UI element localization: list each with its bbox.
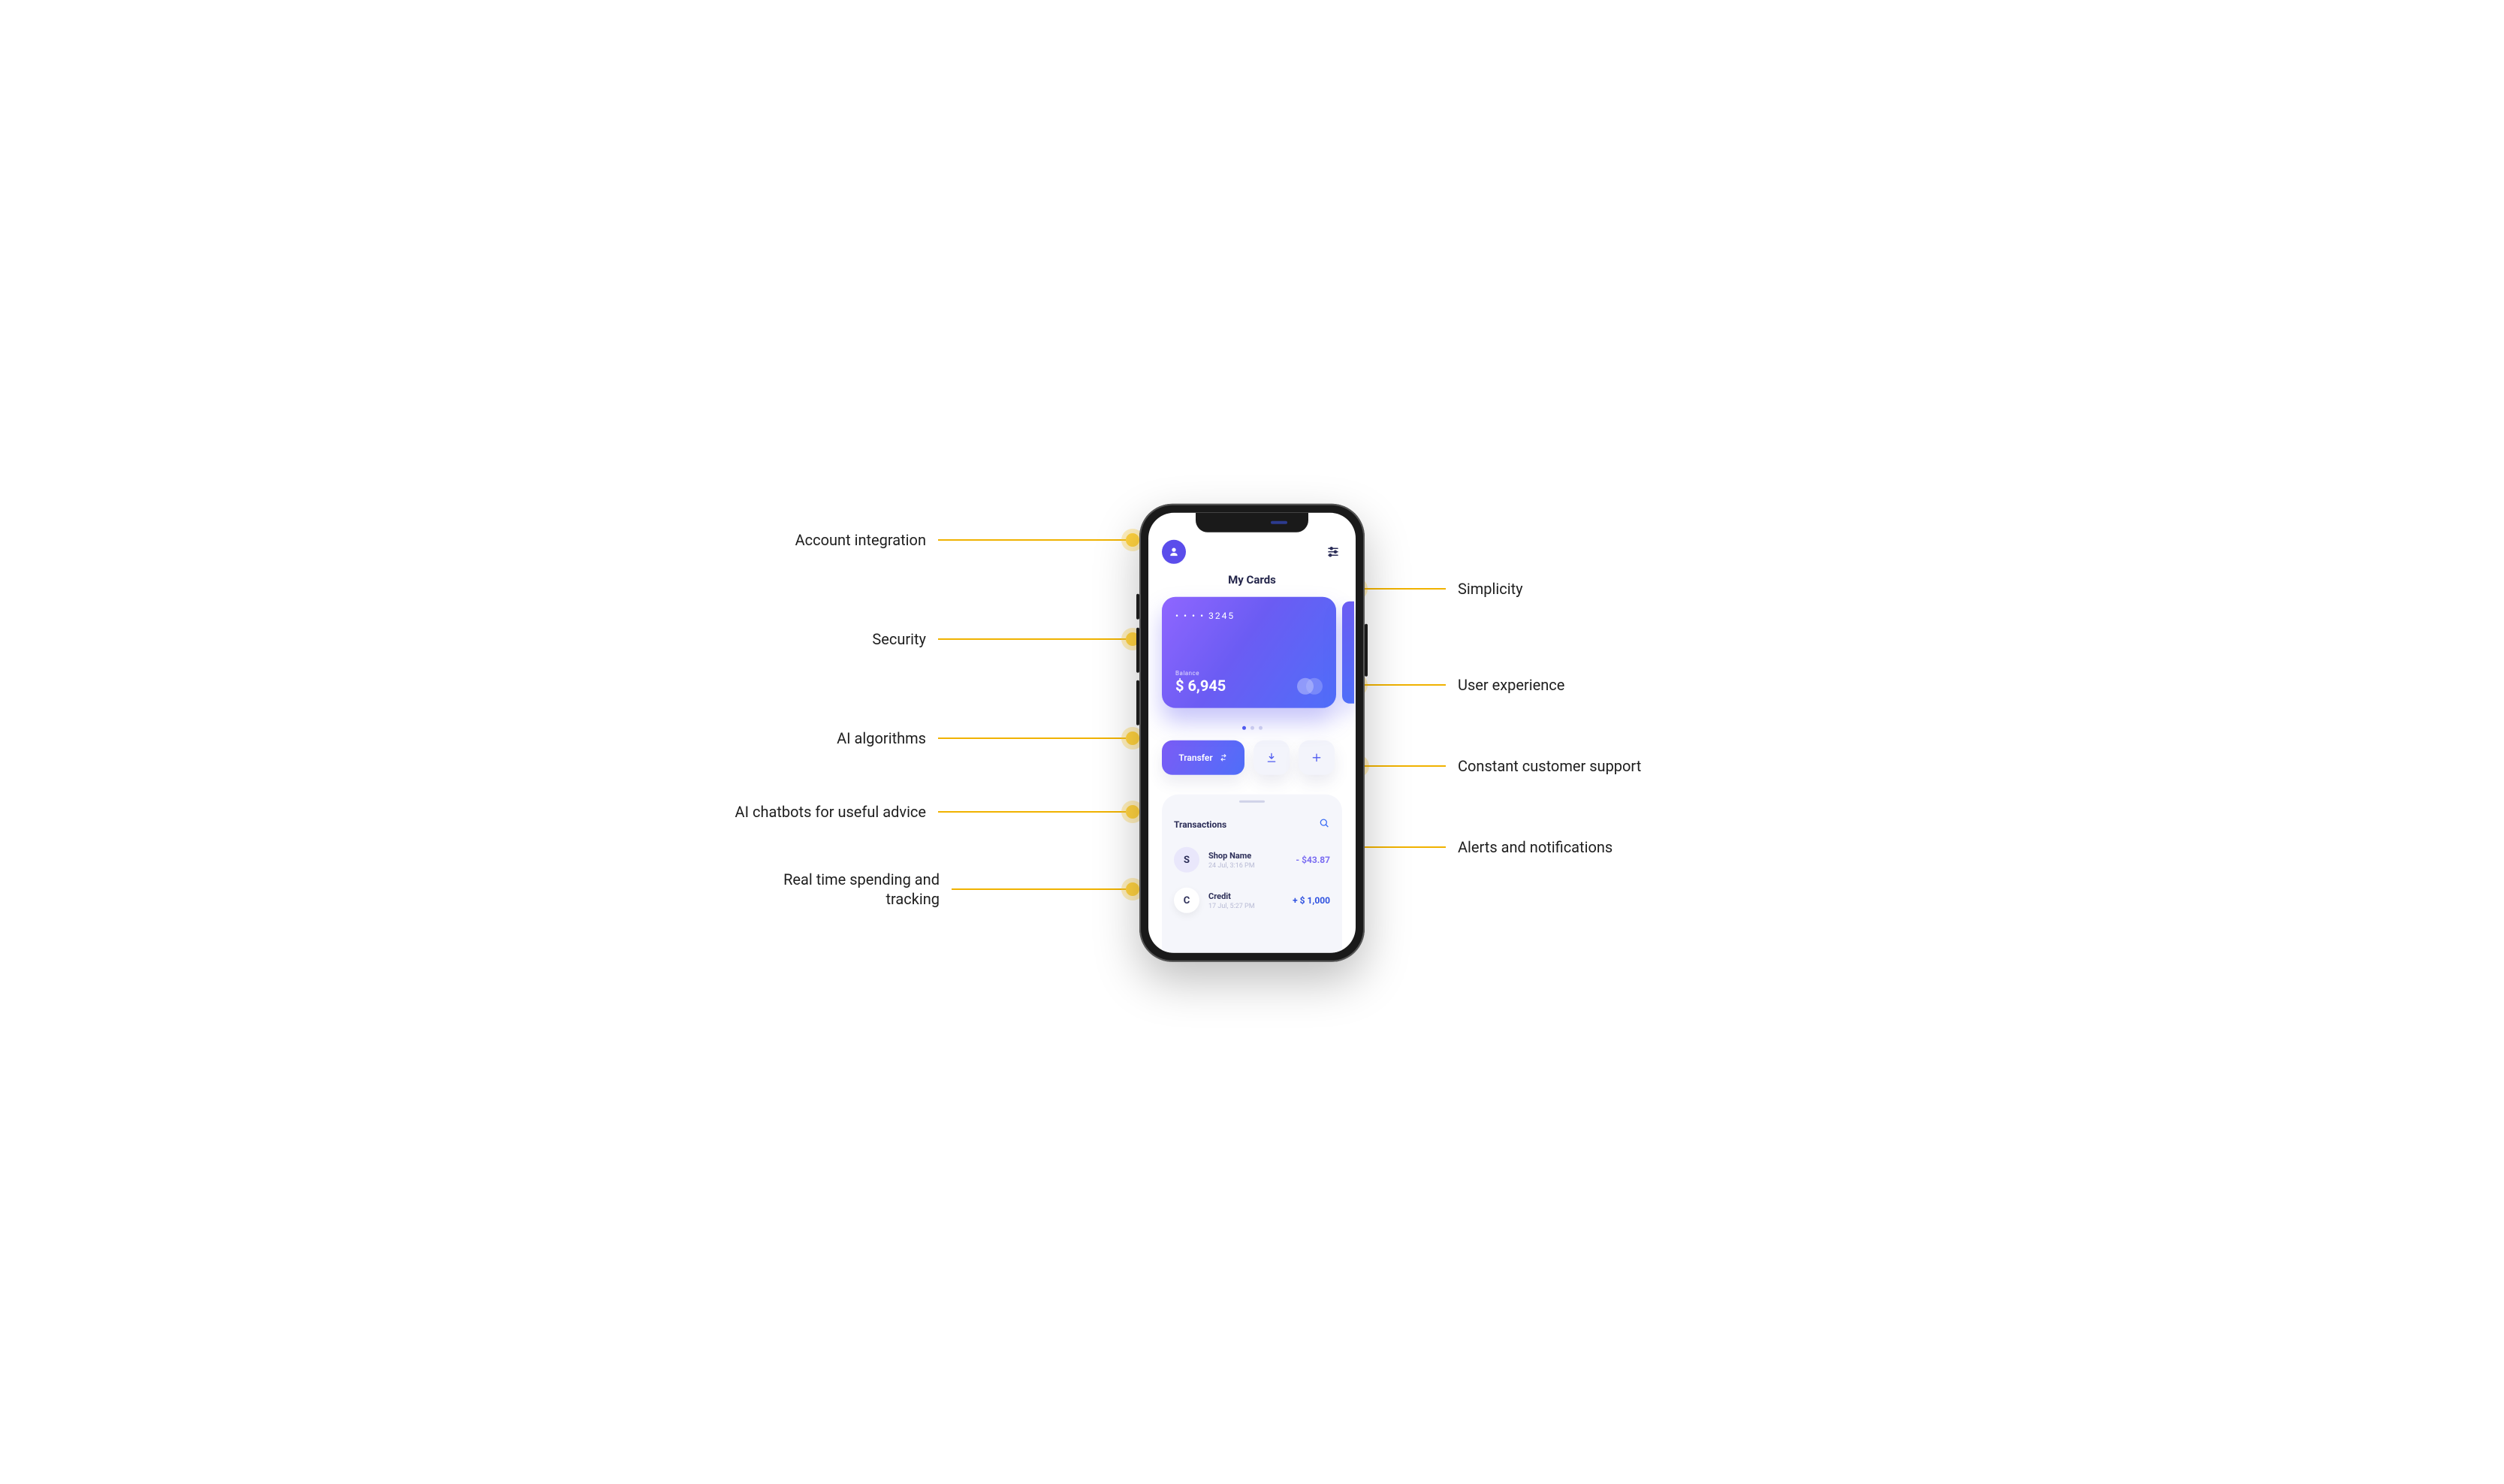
search-button[interactable] — [1318, 817, 1330, 832]
callout-label: Constant customer support — [1458, 757, 1641, 775]
drag-handle-icon[interactable] — [1239, 801, 1265, 803]
callout-ai-algorithms: AI algorithms — [837, 728, 1139, 748]
page-title: My Cards — [1162, 573, 1342, 587]
card-number: • • • • 3245 — [1175, 611, 1323, 621]
callout-customer-support: Constant customer support — [1351, 757, 1641, 775]
credit-card[interactable]: • • • • 3245 Balance $ 6,945 — [1162, 597, 1336, 708]
cards-carousel[interactable]: • • • • 3245 Balance $ 6,945 — [1162, 597, 1342, 717]
dot-active[interactable] — [1242, 726, 1246, 730]
transaction-row[interactable]: C Credit 17 Jul, 5:27 PM + $ 1,000 — [1172, 880, 1332, 921]
next-card-peek[interactable] — [1342, 602, 1354, 704]
phone-notch — [1196, 513, 1308, 532]
callout-line — [938, 737, 1126, 739]
fintech-feature-diagram: Account integration Security AI algorith… — [711, 404, 1793, 1080]
balance-value: $ 6,945 — [1175, 677, 1226, 695]
callout-line — [1363, 684, 1446, 686]
download-icon — [1266, 752, 1278, 764]
transaction-amount: + $ 1,000 — [1293, 895, 1330, 906]
callout-dot-icon — [1126, 731, 1139, 745]
plus-icon — [1311, 752, 1323, 764]
dot[interactable] — [1259, 726, 1263, 730]
callout-dot-icon — [1126, 882, 1139, 896]
merchant-name: Shop Name — [1208, 850, 1287, 860]
callout-line — [938, 638, 1126, 640]
transfer-label: Transfer — [1178, 753, 1212, 763]
merchant-name: Credit — [1208, 891, 1284, 900]
callout-security: Security — [872, 629, 1139, 649]
callout-account-integration: Account integration — [795, 530, 1139, 550]
carousel-dots[interactable] — [1162, 726, 1342, 730]
callout-user-experience: User experience — [1350, 676, 1564, 694]
action-row: Transfer — [1162, 740, 1342, 775]
callout-dot-icon — [1126, 805, 1139, 819]
callout-alerts-notifications: Alerts and notifications — [1335, 838, 1613, 856]
search-icon — [1318, 817, 1330, 829]
transaction-date: 17 Jul, 5:27 PM — [1208, 902, 1284, 909]
callout-dot-icon — [1126, 533, 1139, 547]
callout-label: Account integration — [795, 530, 926, 550]
callout-line — [1363, 588, 1446, 590]
deposit-button[interactable] — [1254, 740, 1290, 775]
phone-frame: My Cards • • • • 3245 Balance $ 6,945 — [1139, 504, 1365, 962]
callout-line — [938, 811, 1126, 813]
transaction-date: 24 Jul, 3:16 PM — [1208, 861, 1287, 869]
phone-power-button — [1365, 624, 1368, 677]
callout-label: Simplicity — [1458, 580, 1523, 598]
callout-label: AI chatbots for useful advice — [735, 802, 926, 822]
mastercard-icon — [1297, 678, 1323, 695]
swap-icon — [1219, 753, 1228, 762]
callout-ai-chatbots: AI chatbots for useful advice — [735, 802, 1139, 822]
banking-app: My Cards • • • • 3245 Balance $ 6,945 — [1148, 513, 1356, 953]
callout-real-time-tracking: Real time spending and tracking — [729, 870, 1139, 909]
transaction-amount: - $43.87 — [1296, 855, 1330, 865]
callout-label: AI algorithms — [837, 728, 926, 748]
callout-label: User experience — [1458, 676, 1564, 694]
top-bar — [1162, 538, 1342, 566]
user-icon — [1168, 546, 1180, 558]
callout-label: Real time spending and tracking — [729, 870, 940, 909]
dot[interactable] — [1250, 726, 1254, 730]
transaction-row[interactable]: S Shop Name 24 Jul, 3:16 PM - $43.87 — [1172, 840, 1332, 880]
phone-screen: My Cards • • • • 3245 Balance $ 6,945 — [1148, 513, 1356, 953]
balance-label: Balance — [1175, 670, 1226, 677]
merchant-initial: C — [1174, 888, 1199, 913]
transactions-title: Transactions — [1174, 819, 1226, 830]
transfer-button[interactable]: Transfer — [1162, 740, 1244, 775]
callout-line — [1365, 765, 1446, 767]
callout-simplicity: Simplicity — [1350, 580, 1523, 598]
callout-line — [938, 539, 1126, 541]
settings-button[interactable] — [1324, 543, 1342, 561]
callout-line — [952, 888, 1126, 890]
callout-label: Security — [872, 629, 926, 649]
merchant-initial: S — [1174, 847, 1199, 873]
transactions-panel[interactable]: Transactions S Shop Name 24 Jul, 3:16 PM… — [1162, 795, 1342, 953]
profile-button[interactable] — [1162, 540, 1186, 564]
sliders-icon — [1326, 545, 1340, 559]
callout-label: Alerts and notifications — [1458, 838, 1613, 856]
add-button[interactable] — [1299, 740, 1335, 775]
